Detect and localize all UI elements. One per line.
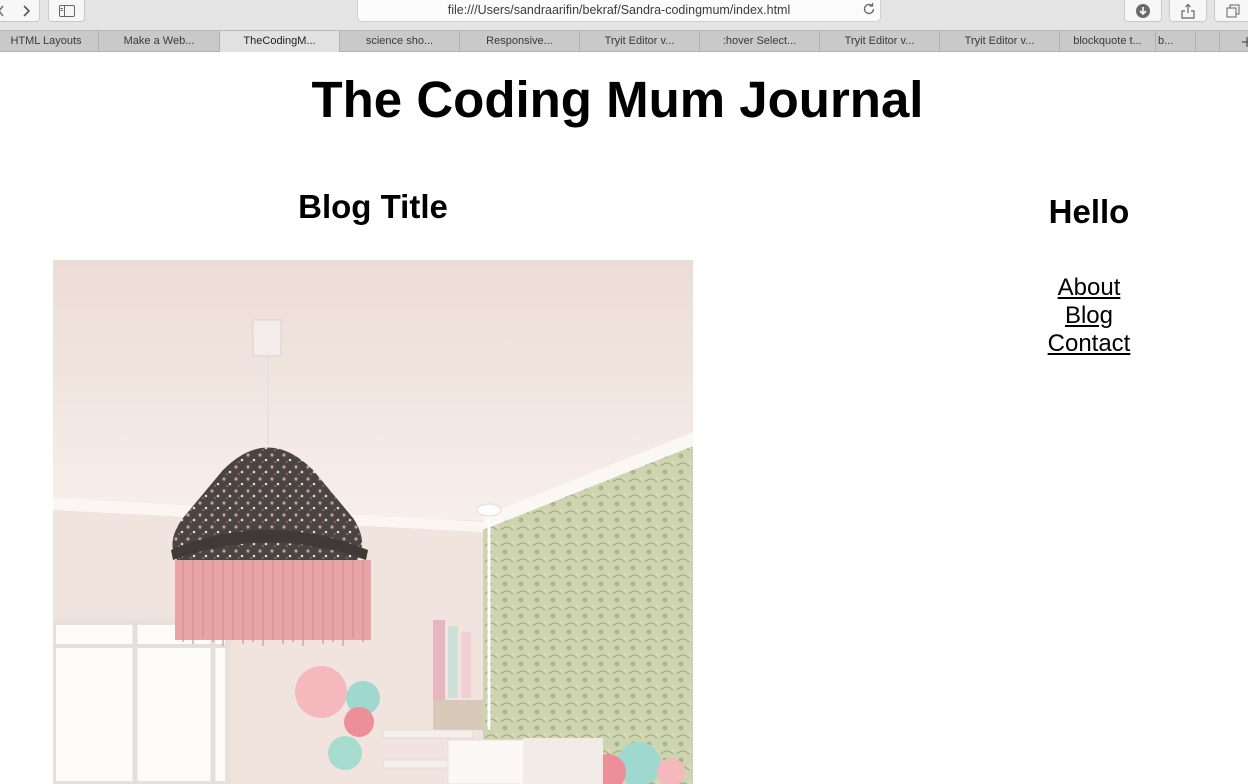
nav-link-contact[interactable]: Contact bbox=[989, 330, 1189, 358]
sidebar-button[interactable] bbox=[48, 0, 85, 22]
tab-hover-selector[interactable]: :hover Select... bbox=[699, 31, 819, 52]
tab-tryit-editor-2[interactable]: Tryit Editor v... bbox=[819, 31, 939, 52]
tab-blockquote[interactable]: blockquote t... bbox=[1059, 31, 1155, 52]
tab-tryit-editor-3[interactable]: Tryit Editor v... bbox=[939, 31, 1059, 52]
download-icon bbox=[1135, 3, 1151, 19]
tab-tryit-editor-1[interactable]: Tryit Editor v... bbox=[579, 31, 699, 52]
tab-make-a-web[interactable]: Make a Web... bbox=[98, 31, 219, 52]
downloads-button[interactable] bbox=[1124, 0, 1162, 22]
blog-title: Blog Title bbox=[298, 188, 448, 225]
web-page: The Coding Mum Journal Blog Title Hello … bbox=[0, 52, 1248, 784]
blog-hero-image bbox=[53, 260, 693, 784]
address-bar[interactable]: file:///Users/sandraarifin/bekraf/Sandra… bbox=[357, 0, 881, 22]
share-button[interactable] bbox=[1169, 0, 1207, 22]
new-tab-button[interactable] bbox=[1219, 31, 1248, 52]
plus-icon bbox=[1241, 35, 1248, 52]
tab-overflow[interactable]: b... bbox=[1155, 31, 1195, 52]
tabs-overview-icon bbox=[1226, 4, 1240, 18]
browser-toolbar: file:///Users/sandraarifin/bekraf/Sandra… bbox=[0, 0, 1248, 30]
tab-html-layouts[interactable]: HTML Layouts bbox=[0, 31, 98, 52]
tab-responsive[interactable]: Responsive... bbox=[459, 31, 579, 52]
tab-spacer bbox=[1195, 31, 1219, 52]
sidebar-nav: About Blog Contact bbox=[989, 274, 1189, 358]
back-icon[interactable] bbox=[0, 5, 9, 17]
sidebar-title: Hello bbox=[1048, 193, 1130, 230]
sidebar: Hello About Blog Contact bbox=[989, 192, 1189, 358]
sidebar-icon bbox=[58, 4, 75, 17]
nav-link-blog[interactable]: Blog bbox=[989, 302, 1189, 330]
back-forward-buttons[interactable] bbox=[0, 0, 40, 22]
room-photo bbox=[53, 260, 693, 784]
reload-icon[interactable] bbox=[862, 2, 876, 21]
share-icon bbox=[1181, 3, 1195, 19]
url-text[interactable]: file:///Users/sandraarifin/bekraf/Sandra… bbox=[358, 3, 880, 17]
site-title: The Coding Mum Journal bbox=[311, 71, 924, 128]
forward-icon[interactable] bbox=[22, 5, 32, 17]
tab-bar: HTML Layouts Make a Web... TheCodingM...… bbox=[0, 30, 1248, 52]
nav-link-about[interactable]: About bbox=[989, 274, 1189, 302]
tab-science-show[interactable]: science sho... bbox=[339, 31, 459, 52]
tab-the-coding-mum[interactable]: TheCodingM... bbox=[219, 31, 339, 52]
tabs-overview-button[interactable] bbox=[1214, 0, 1248, 22]
